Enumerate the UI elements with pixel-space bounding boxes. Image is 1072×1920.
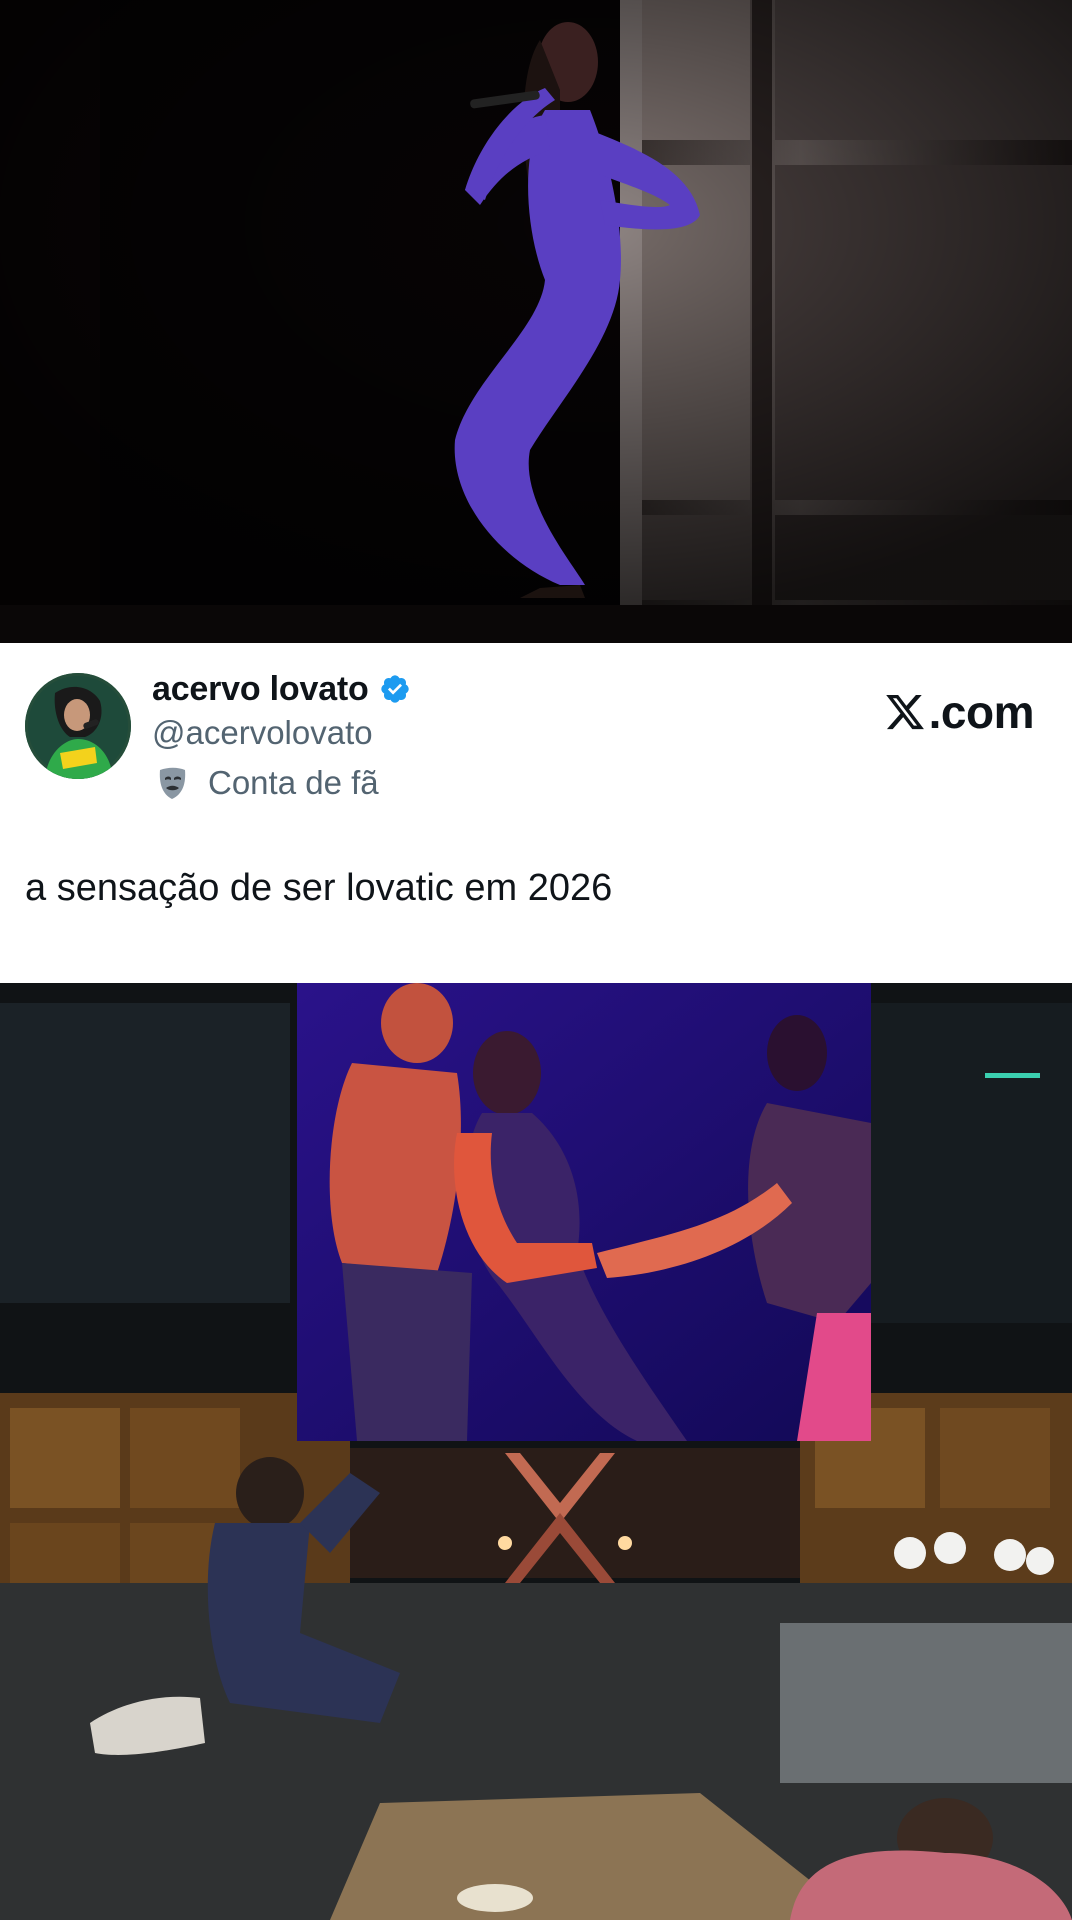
fan-account-label: Conta de fã (208, 764, 379, 801)
handle[interactable]: @acervolovato (152, 714, 373, 752)
x-brand: .com (883, 686, 1035, 738)
verified-badge-icon (380, 675, 409, 703)
meme-post: acervo lovato @acervolovato Conta de fã … (0, 0, 1072, 1920)
theater-mask-icon (159, 767, 186, 799)
x-logo-icon (885, 694, 924, 730)
top-stage-photo (0, 0, 1072, 643)
tweet-text: a sensação de ser lovatic em 2026 (25, 867, 613, 909)
x-domain-text: .com (928, 686, 1035, 738)
inset-video[interactable] (297, 983, 871, 1441)
display-name[interactable]: acervo lovato (152, 670, 369, 709)
avatar[interactable] (25, 673, 131, 779)
fan-account-label-row: Conta de fã (152, 761, 379, 805)
display-name-row: acervo lovato (152, 667, 411, 711)
avatar-image (25, 673, 131, 779)
